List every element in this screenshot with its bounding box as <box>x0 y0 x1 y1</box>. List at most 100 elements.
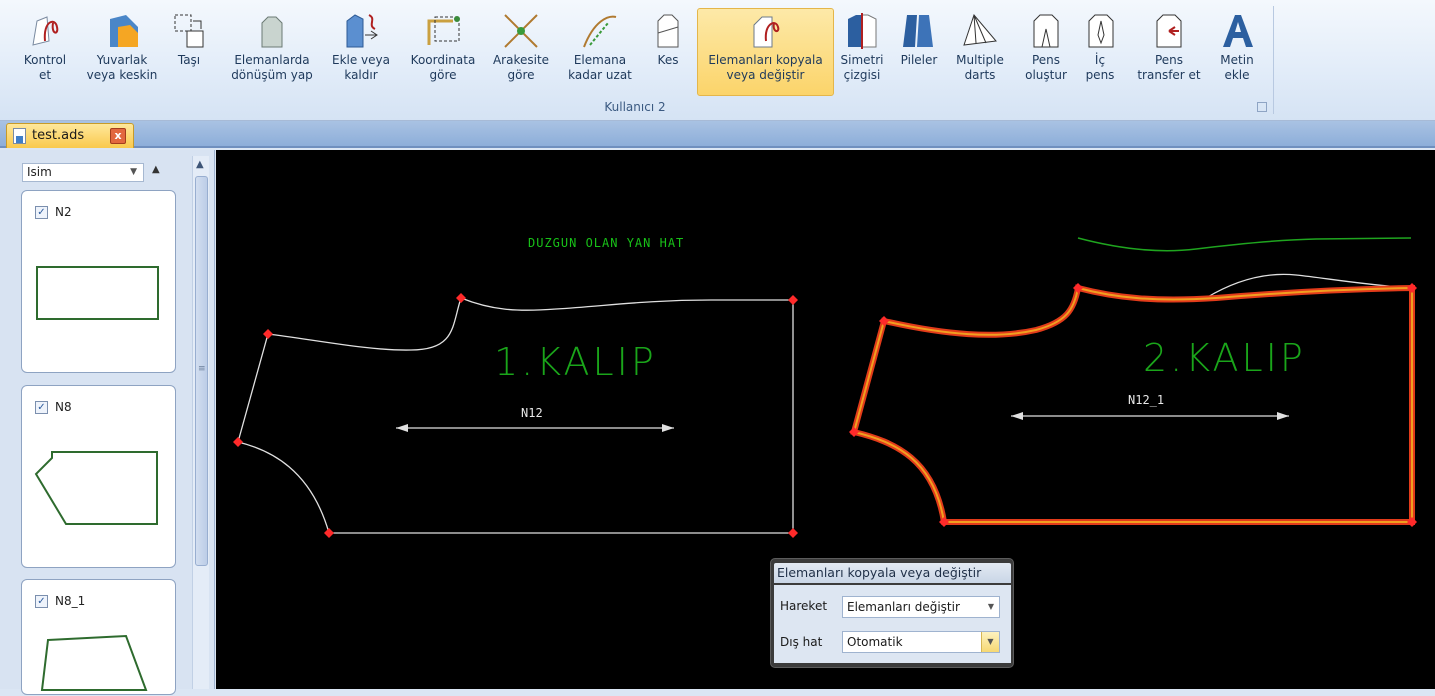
button-label: çizgisi <box>843 68 881 82</box>
button-label: Kontrol <box>23 53 67 67</box>
control-point <box>1407 283 1417 293</box>
intersection-icon <box>504 14 538 48</box>
document-icon <box>13 128 26 144</box>
pattern-thumbnail <box>40 634 148 691</box>
button-label: dönüşüm yap <box>231 68 313 82</box>
move-button[interactable]: Taşı <box>168 8 210 96</box>
create-dart-button[interactable]: Pens oluştur <box>1016 8 1076 96</box>
text-icon <box>1223 15 1253 47</box>
extend-icon <box>583 15 617 48</box>
pattern-1-outline <box>237 297 794 534</box>
button-label: pens <box>1085 68 1115 82</box>
button-label: Kes <box>657 53 679 67</box>
document-tab-title: test.ads <box>32 128 85 143</box>
dart-transfer-button[interactable]: Pens transfer et <box>1130 8 1208 96</box>
button-label: Ekle veya <box>331 53 390 67</box>
button-label: göre <box>507 68 535 82</box>
copy-replace-icon <box>753 16 779 48</box>
movement-select-value: Elemanları değiştir <box>847 600 960 614</box>
list-scrollbar[interactable]: ▲ ≡ <box>192 156 209 689</box>
multiple-darts-button[interactable]: Multiple darts <box>950 8 1010 96</box>
round-corner-icon <box>110 15 138 47</box>
control-button[interactable]: Kontrol et <box>14 8 76 96</box>
button-label: Koordinata <box>410 53 476 67</box>
add-text-button[interactable]: Metin ekle <box>1212 8 1262 96</box>
button-label: darts <box>964 68 996 82</box>
copy-replace-dialog: Elemanları kopyala veya değiştir Hareket… <box>770 558 1014 668</box>
button-label: Yuvarlak <box>96 53 148 67</box>
outline-select-value: Otomatik <box>847 635 903 649</box>
button-label: veya keskin <box>86 68 158 82</box>
inner-dart-button[interactable]: İç pens <box>1080 8 1120 96</box>
copy-replace-button[interactable]: Elemanları kopyala veya değiştir <box>697 8 834 96</box>
button-label: Metin <box>1220 53 1254 67</box>
control-point <box>788 528 798 538</box>
dialog-body: Hareket Elemanları değiştir ▼ Dış hat Ot… <box>774 585 1011 663</box>
scroll-up-icon[interactable]: ▲ <box>196 159 204 170</box>
cut-icon <box>657 14 679 48</box>
button-label: et <box>38 68 52 82</box>
control-point <box>263 329 273 339</box>
control-point <box>324 528 334 538</box>
button-label: göre <box>429 68 457 82</box>
button-label: İç <box>1094 53 1106 67</box>
dart-transfer-icon <box>1156 14 1182 48</box>
grainline-1-arrow-left <box>396 424 408 432</box>
outline-select[interactable]: Otomatik ▼ <box>842 631 1000 653</box>
add-remove-button[interactable]: Ekle veya kaldır <box>328 8 394 96</box>
button-label: Arakesite <box>492 53 550 67</box>
transform-button[interactable]: Elemanlarda dönüşüm yap <box>222 8 322 96</box>
document-tab[interactable]: test.ads x <box>6 123 134 148</box>
control-point <box>233 437 243 447</box>
pattern-1-points <box>233 293 798 538</box>
button-label: oluştur <box>1025 68 1067 82</box>
extend-button[interactable]: Elemana kadar uzat <box>560 8 640 96</box>
grip-icon: ≡ <box>198 364 206 374</box>
intersection-button[interactable]: Arakesite göre <box>488 8 554 96</box>
dialog-launcher-icon[interactable] <box>1257 102 1267 112</box>
symmetry-button[interactable]: Simetri çizgisi <box>836 8 888 96</box>
ribbon: Kontrol et Yuvarlak veya keskin Taşı Ele… <box>0 0 1435 121</box>
pattern-2-name: N12_1 <box>1128 393 1165 407</box>
chevron-down-icon[interactable]: ▼ <box>981 632 999 652</box>
grainline-2-arrow-left <box>1011 412 1023 420</box>
dialog-title[interactable]: Elemanları kopyala veya değiştir <box>774 563 1011 583</box>
coordinate-icon <box>427 16 460 45</box>
coordinate-button[interactable]: Koordinata göre <box>400 8 486 96</box>
button-label: Pens <box>1154 53 1184 67</box>
pattern-list-panel: Isim ▼ ▲ ✓ N2 ✓ N8 ✓ N8_1 <box>0 150 215 695</box>
cut-button[interactable]: Kes <box>646 8 690 96</box>
sort-ascending-icon[interactable]: ▲ <box>152 164 160 175</box>
pattern-1-title: 1.KALIP <box>494 340 657 384</box>
list-item[interactable]: ✓ N8 <box>21 385 176 568</box>
movement-select[interactable]: Elemanları değiştir ▼ <box>842 596 1000 618</box>
sort-select[interactable]: Isim ▼ <box>22 163 144 182</box>
move-icon <box>174 14 204 48</box>
button-label: transfer et <box>1137 68 1201 82</box>
button-label: Elemanlarda <box>234 53 310 67</box>
control-point <box>456 293 466 303</box>
button-label: Elemanları kopyala <box>708 53 823 67</box>
button-label: Elemana <box>573 53 627 67</box>
button-label: Taşı <box>177 53 201 67</box>
list-item[interactable]: ✓ N2 <box>21 190 176 373</box>
ribbon-separator <box>1273 6 1274 114</box>
inner-dart-icon <box>1088 14 1114 48</box>
sort-select-value: Isim <box>27 165 52 179</box>
pattern-thumbnail <box>36 266 159 320</box>
pattern-thumbnail <box>34 451 158 525</box>
list-item[interactable]: ✓ N8_1 <box>21 579 176 695</box>
button-label: kaldır <box>344 68 378 82</box>
create-dart-icon <box>1033 14 1059 48</box>
ribbon-group-label: Kullanıcı 2 <box>604 100 666 114</box>
document-tab-strip: test.ads x <box>0 121 1435 148</box>
close-icon[interactable]: x <box>110 128 126 144</box>
pleats-button[interactable]: Pileler <box>894 8 944 96</box>
chevron-down-icon: ▼ <box>130 167 137 177</box>
pattern-1-name: N12 <box>521 406 543 420</box>
control-point <box>1407 517 1417 527</box>
button-label: veya değiştir <box>726 68 805 82</box>
button-label: Pens <box>1031 53 1061 67</box>
round-corner-button[interactable]: Yuvarlak veya keskin <box>78 8 166 96</box>
chevron-down-icon: ▼ <box>987 602 994 611</box>
